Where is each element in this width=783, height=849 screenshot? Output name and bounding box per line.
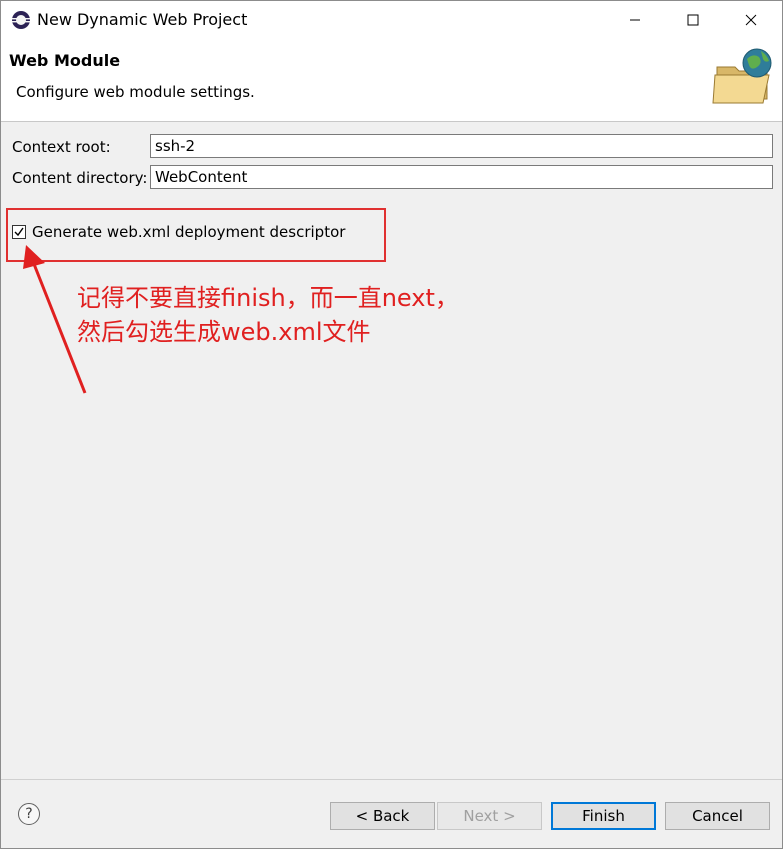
page-description: Configure web module settings. [16,83,255,101]
finish-button[interactable]: Finish [551,802,656,830]
folder-globe-icon [711,45,777,107]
minimize-icon [629,14,641,26]
annotation-highlight-box [6,208,386,262]
footer-separator [1,779,782,780]
minimize-button[interactable] [606,1,664,39]
maximize-icon [687,14,699,26]
eclipse-app-icon [10,9,32,31]
close-icon [745,14,757,26]
dialog-window: New Dynamic Web Project Web Module Confi… [0,0,783,849]
annotation-text: 记得不要直接finish，而一直next， 然后勾选生成web.xml文件 [77,281,459,349]
page-title: Web Module [9,51,121,70]
annotation-line-2: 然后勾选生成web.xml文件 [77,318,371,346]
window-title: New Dynamic Web Project [37,10,248,29]
cancel-button[interactable]: Cancel [665,802,770,830]
content-directory-label: Content directory: [12,169,148,187]
context-root-input[interactable] [150,134,773,158]
content-directory-input[interactable] [150,165,773,189]
maximize-button[interactable] [664,1,722,39]
title-bar: New Dynamic Web Project [1,1,782,39]
next-button[interactable]: Next > [437,802,542,830]
help-button[interactable]: ? [18,803,40,825]
annotation-line-1: 记得不要直接finish，而一直next， [77,284,459,312]
back-button[interactable]: < Back [330,802,435,830]
help-icon: ? [25,806,33,822]
close-button[interactable] [722,1,780,39]
annotation-arrow [23,245,87,394]
context-root-label: Context root: [12,138,111,156]
wizard-banner: Web Module Configure web module settings… [1,39,782,122]
